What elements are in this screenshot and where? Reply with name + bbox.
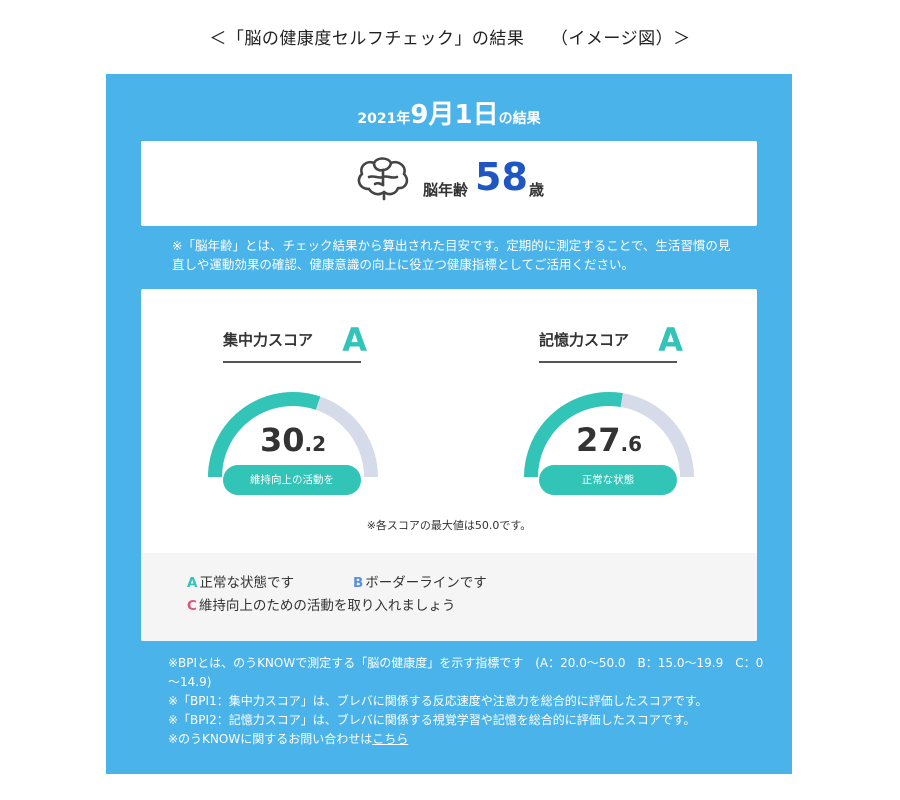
result-date: 9月1日 [410,100,499,130]
brain-age-unit: 歳 [529,181,545,199]
legend-text-c: 維持向上のための活動を取り入れましょう [198,598,456,614]
score-value-int: 30 [259,421,305,459]
result-date-title: 2021年9月1日の結果 [106,94,792,131]
page-caption: ＜「脳の健康度セルフチェック」の結果 （イメージ図）＞ [209,29,691,49]
bpi-definition-note: ※BPIとは、のうKNOWで測定する「脳の健康度」を示す指標です (A：20.0… [168,656,764,689]
grade-legend: A 正常な状態です B ボーダーラインです C 維持向上のための活動を取り入れましょう [141,553,757,641]
brain-age-card: 脳年齢 58 歳 [141,141,757,226]
legend-letter-c: C [187,598,197,614]
score-value: 30.2 [205,421,381,459]
result-year: 2021年 [357,111,411,127]
score-value-int: 27 [575,421,621,459]
max-score-note: ※各スコアの最大値は50.0です。 [366,519,532,532]
legend-letter-b: B [353,575,364,591]
score-value-dec: .2 [304,432,327,456]
legend-item-b: B ボーダーラインです [353,571,487,591]
score-name: 記憶力スコア [539,331,630,349]
result-suffix: の結果 [498,111,541,127]
scores-card: 集中力スコア A 30.2 維持向上の活動を 記憶力スコア A 27.6 正常な… [141,289,757,641]
brain-icon [357,157,409,201]
legend-text-b: ボーダーラインです [365,575,487,591]
legend-item-a: A 正常な状態です [187,571,294,591]
contact-note: ※のうKNOWに関するお問い合わせはこちら [168,730,768,749]
contact-link[interactable]: こちら [372,732,408,746]
legend-text-a: 正常な状態です [199,575,294,591]
bpi-notes: ※BPIとは、のうKNOWで測定する「脳の健康度」を示す指標です (A：20.0… [168,654,768,749]
score-grade: A [342,321,367,359]
result-panel: 2021年9月1日の結果 脳年齢 58 歳 ※「脳年齢」とは、チェック結果から算… [106,74,792,774]
contact-prefix: ※のうKNOWに関するお問い合わせは [168,732,373,746]
score-name: 集中力スコア [223,331,314,349]
score-value-dec: .6 [620,432,643,456]
legend-letter-a: A [187,575,198,591]
bpi1-note: ※「BPI1：集中力スコア」は、ブレバに関係する反応速度や注意力を総合的に評価し… [168,694,708,708]
legend-item-c: C 維持向上のための活動を取り入れましょう [187,594,455,614]
score-heading: 記憶力スコア A [539,321,683,363]
score-block-memory: 記憶力スコア A 27.6 正常な状態 [521,289,741,514]
bpi2-note: ※「BPI2：記憶力スコア」は、ブレバに関係する視覚学習や記憶を総合的に評価した… [168,713,696,727]
score-grade: A [658,321,683,359]
brain-age-label: 脳年齢 [423,181,469,199]
score-heading: 集中力スコア A [223,321,367,363]
score-block-concentration: 集中力スコア A 30.2 維持向上の活動を [205,289,425,514]
score-value: 27.6 [521,421,697,459]
brain-age-value: 58 [475,155,528,199]
status-badge: 維持向上の活動を [223,465,361,495]
status-badge: 正常な状態 [539,465,677,495]
brain-age-note: ※「脳年齢」とは、チェック結果から算出された目安です。定期的に測定することで、生… [172,238,731,272]
